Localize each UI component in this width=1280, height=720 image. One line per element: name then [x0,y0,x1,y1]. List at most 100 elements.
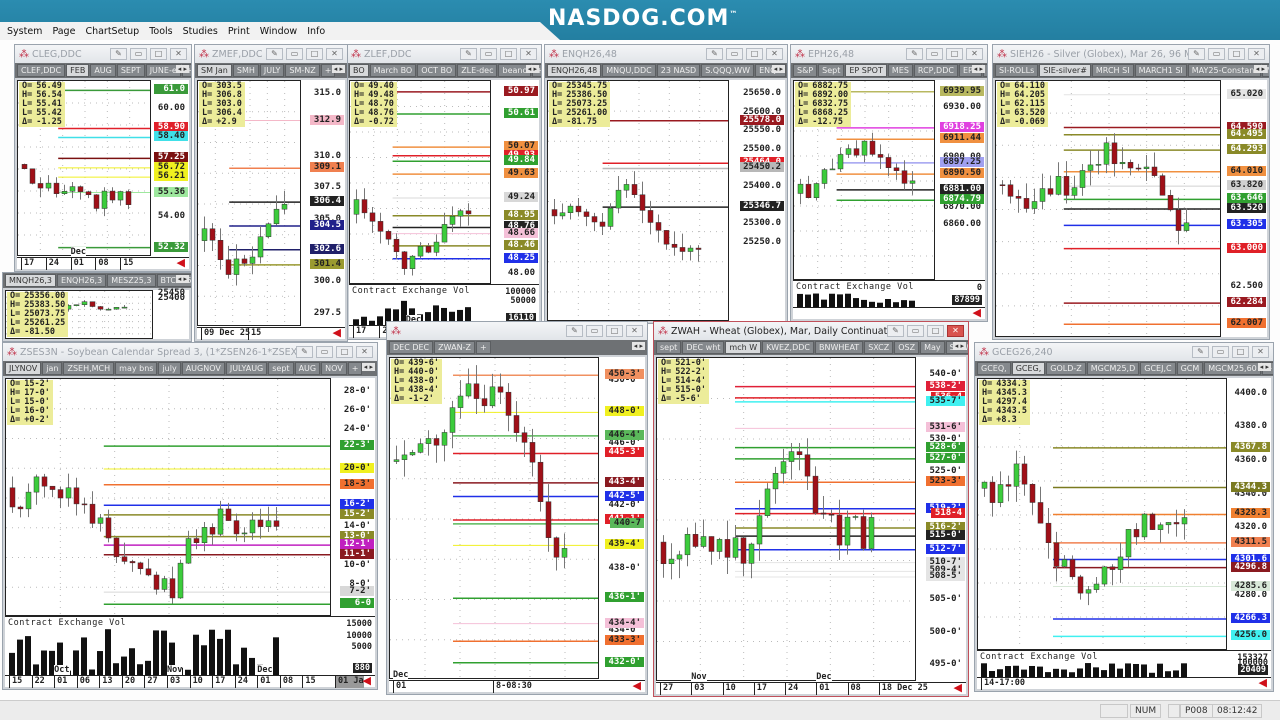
add-tab-button[interactable]: + [475,341,491,354]
menu-info[interactable]: Info [302,26,330,37]
close-button[interactable]: ✕ [1248,48,1265,60]
pin-icon[interactable]: ✎ [460,48,477,60]
tab-scroll-arrows[interactable]: ◂ ▸ [175,275,189,283]
minimize-button[interactable]: ▭ [586,325,603,337]
symbol-tab[interactable]: jan [42,362,63,375]
candlestick-chart[interactable] [390,358,599,679]
window-title-bar[interactable]: ⁂ ✎ ▭ □ ✕ [387,322,647,340]
symbol-tab[interactable]: sept [656,341,682,354]
maximize-button[interactable]: □ [1232,346,1249,358]
symbol-tab[interactable]: EP SPOT [845,64,887,77]
tab-scroll-arrows[interactable]: ◂ ▸ [361,363,375,371]
symbol-tab[interactable]: KWEZ,DDC [762,341,814,354]
candlestick-chart[interactable] [6,379,331,616]
symbol-tab[interactable]: GCEG, [1011,362,1046,375]
symbol-tab[interactable]: MNQH26,3 [5,274,57,287]
symbol-tab[interactable]: SXCZ [864,341,894,354]
symbol-tab[interactable]: SIE-silver# [1039,64,1091,77]
close-button[interactable]: ✕ [520,48,537,60]
pin-icon[interactable]: ✎ [906,48,923,60]
minimize-button[interactable]: ▭ [1208,48,1225,60]
minimize-button[interactable]: ▭ [926,48,943,60]
tab-scroll-arrows[interactable]: ◂ ▸ [631,342,645,350]
symbol-tab[interactable]: july [158,362,181,375]
close-button[interactable]: ✕ [170,48,187,60]
symbol-tab[interactable]: DEC wht [682,341,725,354]
menu-studies[interactable]: Studies [178,26,223,37]
symbol-tab[interactable]: ZLE-dec [457,64,498,77]
symbol-tab[interactable]: OCT BO [417,64,457,77]
symbol-tab[interactable]: 23 NASD [656,64,701,77]
symbol-tab[interactable]: NOV [321,362,347,375]
scroll-right-arrow-icon[interactable]: ◀ [333,326,341,339]
maximize-button[interactable]: □ [1228,48,1245,60]
symbol-tab[interactable]: MGCM25,60 [1204,362,1261,375]
window-title-bar[interactable]: ⁂ ENQH26,48 ✎ ▭ □ ✕ [545,45,787,63]
symbol-tab[interactable]: AUGNOV [181,362,225,375]
symbol-tab[interactable]: BO [349,64,369,77]
symbol-tab[interactable]: MAY25-Constant [1187,64,1262,77]
symbol-tab[interactable]: ENQH26,3 [57,274,107,287]
close-button[interactable]: ✕ [326,48,343,60]
symbol-tab[interactable]: March BO [369,64,417,77]
maximize-button[interactable]: □ [606,325,623,337]
close-button[interactable]: ✕ [947,325,964,337]
symbol-tab[interactable]: ZSEH,MCH [63,362,115,375]
symbol-tab[interactable]: AUG [90,64,116,77]
symbol-tab[interactable]: GCEJ,C [1140,362,1176,375]
maximize-button[interactable]: □ [946,48,963,60]
symbol-tab[interactable]: SEPT [116,64,145,77]
close-button[interactable]: ✕ [1252,346,1269,358]
scroll-right-arrow-icon[interactable]: ◀ [1259,676,1267,689]
symbol-tab[interactable]: ENQH26,48 [547,64,602,77]
symbol-tab[interactable]: FEB [66,64,90,77]
tab-scroll-arrows[interactable]: ◂ ▸ [331,65,345,73]
close-button[interactable]: ✕ [356,346,373,358]
tab-scroll-arrows[interactable]: ◂ ▸ [525,65,539,73]
symbol-tab[interactable]: OSZ [894,341,920,354]
symbol-tab[interactable]: S&P [793,64,818,77]
minimize-button[interactable]: ▭ [316,346,333,358]
menu-page[interactable]: Page [47,26,80,37]
symbol-tab[interactable]: SMH [232,64,259,77]
tab-scroll-arrows[interactable]: ◂ ▸ [1253,65,1267,73]
symbol-tab[interactable]: ZWAN-Z [434,341,475,354]
minimize-button[interactable]: ▭ [907,325,924,337]
symbol-tab[interactable]: SM-NZ [285,64,320,77]
tab-scroll-arrows[interactable]: ◂ ▸ [971,65,985,73]
scroll-right-arrow-icon[interactable]: ◀ [633,679,641,692]
symbol-tab[interactable]: GOLD-Z [1046,362,1086,375]
maximize-button[interactable]: □ [336,346,353,358]
symbol-tab[interactable]: DEC DEC [389,341,434,354]
tab-scroll-arrows[interactable]: ◂ ▸ [771,65,785,73]
maximize-button[interactable]: □ [746,48,763,60]
symbol-tab[interactable]: sept [268,362,294,375]
menu-system[interactable]: System [2,26,47,37]
symbol-tab[interactable]: mch W [725,341,762,354]
tab-scroll-arrows[interactable]: ◂ ▸ [1257,363,1271,371]
symbol-tab[interactable]: MARCH1 SI [1134,64,1187,77]
maximize-button[interactable]: □ [927,325,944,337]
pin-icon[interactable]: ✎ [566,325,583,337]
symbol-tab[interactable]: MGCM25,D [1086,362,1140,375]
window-title-bar[interactable]: ⁂ EPH26,48 ✎ ▭ □ ✕ [791,45,987,63]
symbol-tab[interactable]: AUG [294,362,321,375]
menu-print[interactable]: Print [223,26,255,37]
close-button[interactable]: ✕ [766,48,783,60]
symbol-tab[interactable]: JLYNOV [5,362,42,375]
symbol-tab[interactable]: MES [887,64,913,77]
symbol-tab[interactable]: BNWHEAT [814,341,864,354]
maximize-button[interactable]: □ [500,48,517,60]
symbol-tab[interactable]: SI-ROLLs [995,64,1039,77]
minimize-button[interactable]: ▭ [480,48,497,60]
maximize-button[interactable]: □ [150,48,167,60]
window-title-bar[interactable]: ⁂ CLEG,DDC ✎ ▭ □ ✕ [15,45,191,63]
menu-tools[interactable]: Tools [144,26,177,37]
symbol-tab[interactable]: JULY [259,64,285,77]
minimize-button[interactable]: ▭ [286,48,303,60]
window-title-bar[interactable]: ⁂ ZMEF,DDC ✎ ▭ □ ✕ [195,45,347,63]
minimize-button[interactable]: ▭ [130,48,147,60]
symbol-tab[interactable]: MESZ25,3 [107,274,156,287]
close-button[interactable]: ✕ [626,325,643,337]
symbol-tab[interactable]: GCEQ, [977,362,1011,375]
